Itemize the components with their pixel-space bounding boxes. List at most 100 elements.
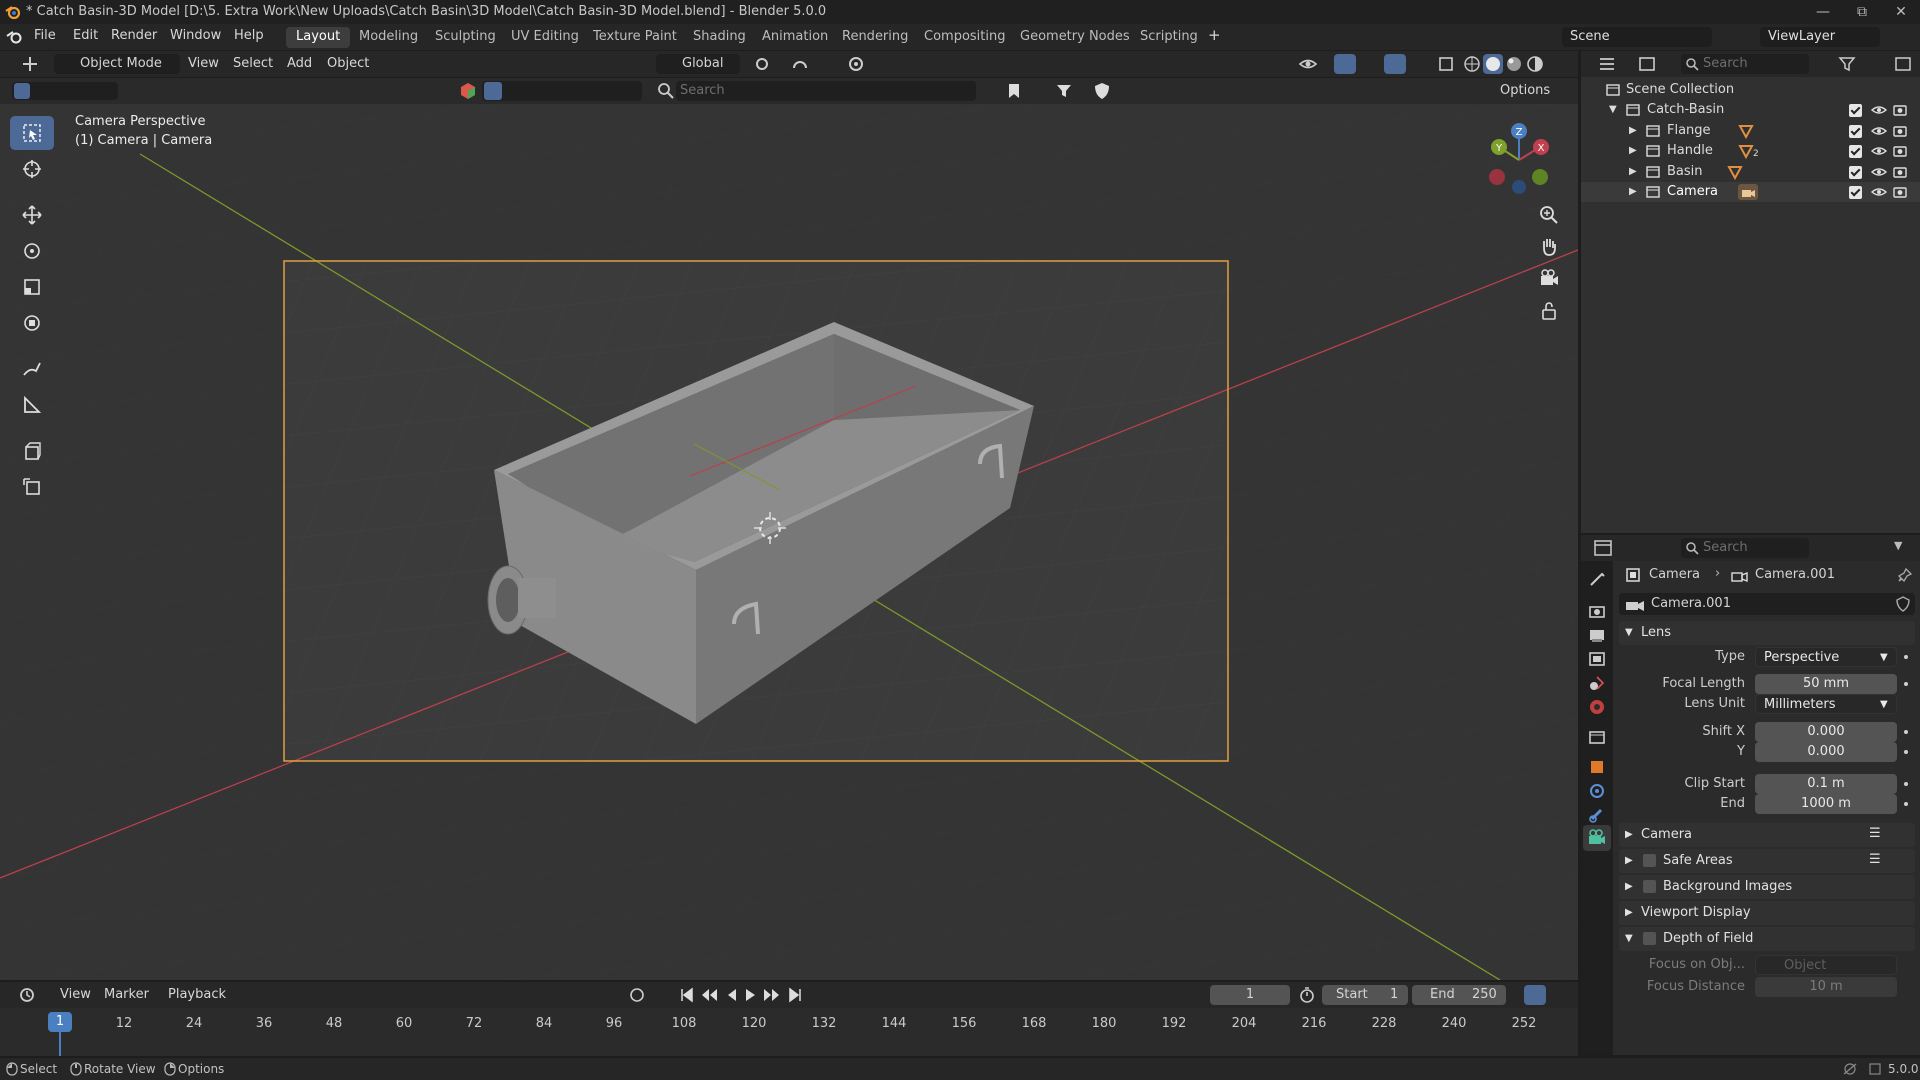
timeline-menu-view[interactable]: View (60, 987, 91, 1002)
outliner-row-catch-basin[interactable]: ▼ Catch-Basin (1581, 100, 1920, 120)
expand-chevron-icon[interactable]: ▶ (1629, 125, 1637, 136)
keyframe-dot[interactable] (1904, 682, 1908, 686)
camera-view-icon[interactable] (1538, 268, 1560, 290)
display-mode-icon[interactable] (1637, 55, 1657, 73)
stopwatch-icon[interactable] (1298, 986, 1316, 1004)
tool-tab-icon[interactable] (1587, 569, 1607, 589)
blender-menu-icon[interactable] (6, 29, 24, 45)
maximize-icon[interactable]: ⧉ (1852, 2, 1872, 22)
outliner-row-camera[interactable]: ▶ Camera (1581, 182, 1920, 202)
mesh-data-icon[interactable] (1738, 143, 1754, 159)
focus-object-field[interactable]: Object (1755, 955, 1897, 975)
shift-y-field[interactable]: 0.000 (1755, 742, 1897, 762)
wireframe-shading-icon[interactable] (1462, 54, 1482, 74)
keyframe-dot[interactable] (1904, 802, 1908, 806)
tab-layout[interactable]: Layout (286, 27, 351, 48)
keyframe-dot[interactable] (1904, 750, 1908, 754)
eye-icon[interactable] (1871, 103, 1887, 117)
tab-modeling[interactable]: Modeling (349, 27, 428, 48)
start-frame-field[interactable]: Start 1 (1322, 985, 1408, 1005)
minimize-icon[interactable]: — (1813, 2, 1833, 22)
add-object-tool[interactable] (10, 470, 54, 504)
expand-chevron-icon[interactable]: ▶ (1629, 145, 1637, 156)
outliner-row-basin[interactable]: ▶ Basin (1581, 162, 1920, 182)
tab-sculpting[interactable]: Sculpting (425, 27, 506, 48)
exclude-checkbox[interactable] (1849, 125, 1862, 138)
tab-compositing[interactable]: Compositing (914, 27, 1016, 48)
mesh-data-icon[interactable] (1738, 123, 1754, 139)
expand-chevron-icon[interactable]: ▶ (1629, 166, 1637, 177)
render-camera-icon[interactable] (1892, 103, 1908, 117)
new-collection-icon[interactable] (1893, 55, 1913, 73)
presets-icon[interactable]: ☰ (1869, 852, 1881, 867)
options-button[interactable]: Options (1500, 83, 1550, 98)
3d-viewport[interactable]: Camera Perspective (1) Camera | Camera Z… (0, 104, 1578, 980)
menu-file[interactable]: File (34, 28, 56, 43)
exclude-checkbox[interactable] (1849, 104, 1862, 117)
zoom-icon[interactable] (1538, 204, 1560, 226)
eye-icon[interactable] (1871, 165, 1887, 179)
tab-geometry-nodes[interactable]: Geometry Nodes (1010, 27, 1140, 48)
shift-x-field[interactable]: 0.000 (1755, 722, 1897, 742)
select-box-tool[interactable] (10, 116, 54, 150)
solid-shading-icon[interactable] (1483, 54, 1503, 74)
close-icon[interactable]: ✕ (1891, 2, 1911, 22)
expand-chevron-icon[interactable]: ▼ (1609, 104, 1617, 115)
render-camera-icon[interactable] (1892, 185, 1908, 199)
mode-selector[interactable]: Object Mode (54, 54, 180, 74)
pan-hand-icon[interactable] (1538, 236, 1560, 258)
menu-edit[interactable]: Edit (73, 28, 98, 43)
move-tool[interactable] (10, 198, 54, 232)
safe-areas-checkbox[interactable] (1643, 854, 1656, 867)
visibility-icon[interactable] (1298, 54, 1318, 74)
frame-ruler[interactable] (0, 1008, 1578, 1056)
fake-user-shield-icon[interactable] (1895, 596, 1911, 612)
add-cube-tool[interactable] (10, 434, 54, 468)
tab-uv-editing[interactable]: UV Editing (501, 27, 589, 48)
menu-help[interactable]: Help (234, 28, 264, 43)
filter-icon[interactable] (1054, 81, 1074, 101)
timeline-menu-marker[interactable]: Marker (104, 987, 149, 1002)
record-icon[interactable] (628, 986, 646, 1004)
selection-mode-group[interactable] (12, 82, 118, 100)
constraints-tab-icon[interactable] (1587, 805, 1607, 825)
viewport-menu-select[interactable]: Select (233, 56, 273, 71)
snap-icon[interactable] (790, 54, 810, 74)
scene-selector[interactable]: Scene (1562, 27, 1712, 47)
outliner-row-flange[interactable]: ▶ Flange (1581, 121, 1920, 141)
exclude-checkbox[interactable] (1849, 166, 1862, 179)
outliner-search-input[interactable]: Search (1681, 54, 1809, 74)
add-workspace-button[interactable]: + (1208, 26, 1221, 44)
output-tab-icon[interactable] (1587, 625, 1607, 645)
lens-unit-select[interactable]: Millimeters ▼ (1755, 694, 1897, 714)
keyframe-dot[interactable] (1904, 730, 1908, 734)
tab-animation[interactable]: Animation (752, 27, 838, 48)
view-layer-selector[interactable]: ViewLayer (1760, 27, 1880, 47)
depth-of-field-checkbox[interactable] (1643, 932, 1656, 945)
viewport-display-panel-header[interactable]: ▶ Viewport Display (1619, 901, 1915, 925)
clip-start-field[interactable]: 0.1 m (1755, 774, 1897, 794)
camera-data-tab[interactable] (1583, 825, 1611, 851)
measure-tool[interactable] (10, 388, 54, 422)
exclude-checkbox[interactable] (1849, 186, 1862, 199)
viewport-menu-add[interactable]: Add (287, 56, 312, 71)
mesh-data-icon[interactable] (1727, 164, 1743, 180)
scale-tool[interactable] (10, 270, 54, 304)
gizmo-toggle-button[interactable] (1334, 54, 1356, 74)
focal-length-field[interactable]: 50 mm (1755, 674, 1897, 694)
safe-areas-panel-header[interactable]: ▶ Safe Areas ☰ (1619, 849, 1915, 873)
current-frame-field[interactable]: 1 (1210, 985, 1290, 1005)
select-new-icon[interactable] (14, 83, 30, 99)
proportional-edit-icon[interactable] (846, 54, 866, 74)
timeline-overlay-button[interactable] (1524, 985, 1546, 1005)
expand-chevron-icon[interactable]: ▶ (1629, 186, 1637, 197)
viewport-menu-view[interactable]: View (188, 56, 219, 71)
pivot-icon[interactable] (752, 54, 772, 74)
cursor-tool[interactable] (10, 152, 54, 186)
depth-of-field-panel-header[interactable]: ▼ Depth of Field (1619, 927, 1915, 951)
end-frame-field[interactable]: End 250 (1412, 985, 1506, 1005)
eye-icon[interactable] (1871, 124, 1887, 138)
render-tab-icon[interactable] (1587, 601, 1607, 621)
lock-camera-icon[interactable] (1538, 300, 1560, 322)
clip-end-field[interactable]: 1000 m (1755, 794, 1897, 814)
